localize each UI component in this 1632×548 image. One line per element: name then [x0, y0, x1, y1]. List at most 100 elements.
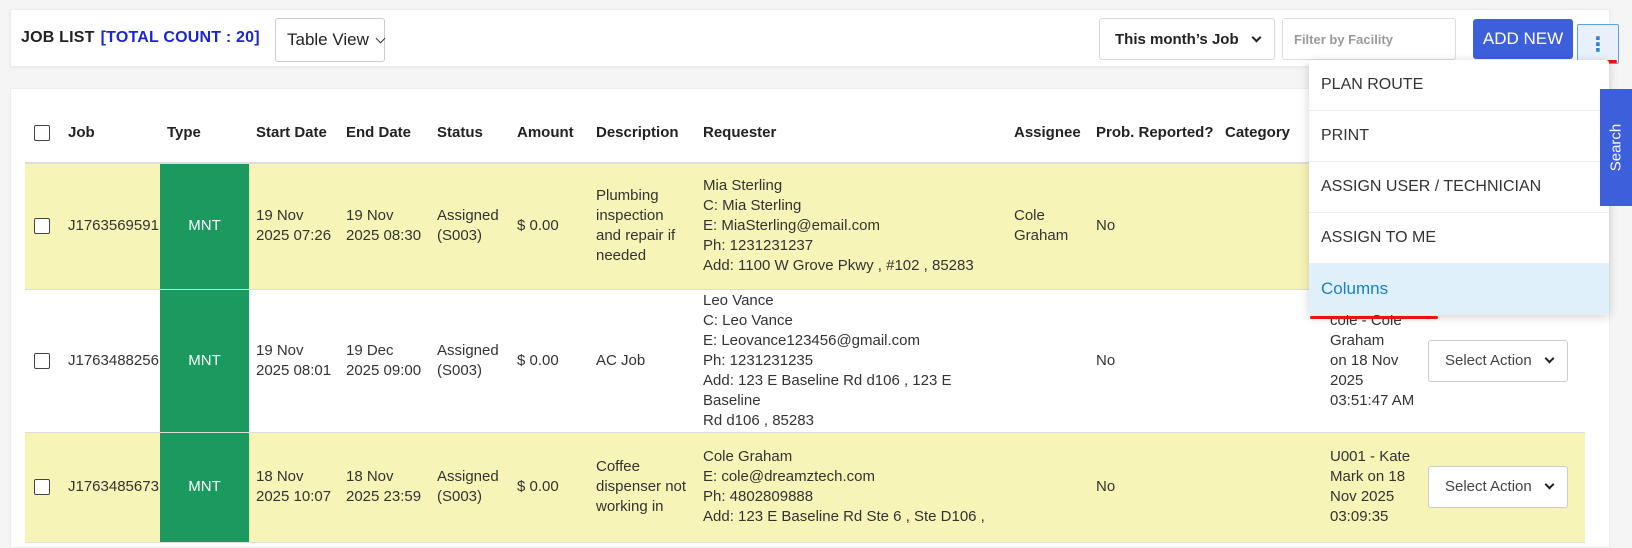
history-line: Graham — [1330, 331, 1385, 349]
amount: $ 0.00 — [510, 432, 589, 543]
col-prob-reported[interactable]: Prob. Reported? — [1089, 102, 1218, 164]
history-line: U001 - Kate — [1330, 448, 1411, 465]
description-line: dispenser not — [596, 478, 687, 495]
category — [1218, 289, 1323, 433]
chevron-down-icon — [1544, 479, 1555, 490]
requester: Cole Graham E: cole@dreamztech.com Ph: 480… — [696, 432, 1007, 543]
requester-line: Add: 123 E Baseline Rd d106 , 123 E Base… — [703, 371, 952, 409]
job-id[interactable]: J1763485673 — [61, 432, 160, 543]
requester-line: C: Mia Sterling — [703, 197, 802, 215]
assignee — [1007, 289, 1089, 433]
requester-line: Ph: 1231231235 — [703, 351, 814, 369]
select-action-dropdown[interactable]: Select Action — [1428, 339, 1568, 382]
end-date-time: 2025 09:00 — [346, 361, 422, 379]
chevron-down-icon — [1544, 353, 1555, 363]
amount: $ 0.00 — [510, 163, 589, 290]
col-requester[interactable]: Requester — [696, 102, 1007, 164]
kebab-icon: ⋮ — [1588, 33, 1608, 56]
col-job[interactable]: Job — [61, 102, 160, 164]
description-line: Plumbing — [596, 187, 659, 205]
requester-line: Cole Graham — [703, 448, 793, 465]
history-line: Mark on 18 — [1330, 468, 1406, 485]
month-filter-select[interactable]: This month’s Job — [1099, 18, 1275, 60]
requester-line: Rd d106 , 85283 — [703, 411, 814, 429]
category — [1218, 432, 1323, 543]
end-date-day: 19 Dec — [346, 341, 394, 359]
col-start-date[interactable]: Start Date — [249, 102, 339, 164]
requester-line: E: cole@dreamztech.com — [703, 468, 875, 485]
month-filter-value: This month’s Job — [1115, 30, 1239, 48]
search-side-tab[interactable]: Search — [1600, 89, 1632, 206]
select-action-dropdown[interactable]: Select Action — [1428, 466, 1568, 508]
start-date-time: 2025 10:07 — [256, 488, 332, 505]
page-title: JOB LIST [TOTAL COUNT : 20] — [21, 29, 260, 47]
row-select-cell — [25, 432, 61, 543]
requester-line: C: Leo Vance — [703, 311, 793, 329]
history: U001 - Kate Mark on 18 Nov 2025 03:09:35 — [1323, 432, 1421, 543]
col-assignee[interactable]: Assignee — [1007, 102, 1089, 164]
view-select[interactable]: Table View — [275, 18, 386, 62]
add-new-button[interactable]: ADD NEW — [1473, 19, 1573, 59]
history-line: 03:51:47 AM — [1330, 391, 1415, 409]
chevron-down-icon — [375, 33, 386, 43]
end-date: 19 Nov 2025 08:30 — [339, 163, 430, 290]
type-badge: MNT — [160, 432, 249, 543]
title-text: JOB LIST — [21, 29, 95, 46]
end-date: 19 Dec 2025 09:00 — [339, 289, 430, 433]
row-select-cell — [25, 289, 61, 433]
start-date-time: 2025 07:26 — [256, 227, 332, 245]
menu-item-assign-user[interactable]: ASSIGN USER / TECHNICIAN — [1309, 162, 1609, 213]
start-date: 19 Nov 2025 08:01 — [249, 289, 339, 433]
col-description[interactable]: Description — [589, 102, 696, 164]
select-all-checkbox[interactable] — [34, 124, 50, 141]
col-type[interactable]: Type — [160, 102, 249, 164]
requester-line: E: MiaSterling@email.com — [703, 217, 880, 235]
description: Coffee dispenser not working in — [589, 432, 696, 543]
col-end-date[interactable]: End Date — [339, 102, 430, 164]
menu-item-assign-to-me[interactable]: ASSIGN TO ME — [1309, 213, 1609, 264]
row-checkbox[interactable] — [34, 352, 50, 369]
col-category[interactable]: Category — [1218, 102, 1323, 164]
table-row[interactable]: J1763485673 MNT 18 Nov 2025 10:07 18 Nov 2… — [25, 432, 1585, 543]
end-date-time: 2025 08:30 — [346, 227, 422, 245]
status: Assigned (S003) — [430, 289, 510, 433]
type-badge: MNT — [160, 289, 249, 433]
select-action-value: Select Action — [1445, 478, 1532, 495]
start-date-day: 19 Nov — [256, 341, 304, 359]
status-code: (S003) — [437, 361, 483, 379]
job-id[interactable]: J1763488256 — [61, 289, 160, 433]
select-all-cell — [25, 102, 61, 164]
requester-line: Add: 1100 W Grove Pkwy , #102 , 85283 — [703, 257, 974, 275]
menu-item-columns[interactable]: Columns — [1309, 264, 1609, 315]
status-code: (S003) — [437, 227, 483, 245]
row-checkbox[interactable] — [34, 218, 50, 235]
requester: Leo Vance C: Leo Vance E: Leovance123456@g… — [696, 289, 1007, 433]
end-date: 18 Nov 2025 23:59 — [339, 432, 430, 543]
row-checkbox[interactable] — [34, 479, 50, 496]
assignee — [1007, 432, 1089, 543]
job-id[interactable]: J1763569591 — [61, 163, 160, 290]
status-text: Assigned — [437, 468, 499, 485]
col-amount[interactable]: Amount — [510, 102, 589, 164]
assignee: Cole Graham — [1007, 163, 1089, 290]
chevron-down-icon — [1251, 32, 1262, 43]
start-date-day: 19 Nov — [256, 207, 304, 225]
facility-filter-input[interactable] — [1282, 18, 1456, 60]
menu-item-plan-route[interactable]: PLAN ROUTE — [1309, 60, 1609, 111]
menu-item-print[interactable]: PRINT — [1309, 111, 1609, 162]
view-select-value: Table View — [287, 30, 369, 49]
history-line: Nov 2025 — [1330, 488, 1395, 505]
end-date-time: 2025 23:59 — [346, 488, 422, 505]
start-date: 18 Nov 2025 10:07 — [249, 432, 339, 543]
more-options-button[interactable]: ⋮ — [1577, 24, 1619, 64]
col-status[interactable]: Status — [430, 102, 510, 164]
row-select-cell — [25, 163, 61, 290]
requester-line: Mia Sterling — [703, 177, 783, 195]
requester-line: Ph: 1231231237 — [703, 237, 814, 255]
requester: Mia Sterling C: Mia Sterling E: MiaSterlin… — [696, 163, 1007, 290]
status-code: (S003) — [437, 488, 483, 505]
toolbar: JOB LIST [TOTAL COUNT : 20] Table View Th… — [10, 9, 1619, 67]
more-options-menu: PLAN ROUTE PRINT ASSIGN USER / TECHNICIA… — [1309, 60, 1609, 315]
assignee-line: Cole — [1014, 207, 1045, 225]
description: Plumbing inspection and repair if needed — [589, 163, 696, 290]
